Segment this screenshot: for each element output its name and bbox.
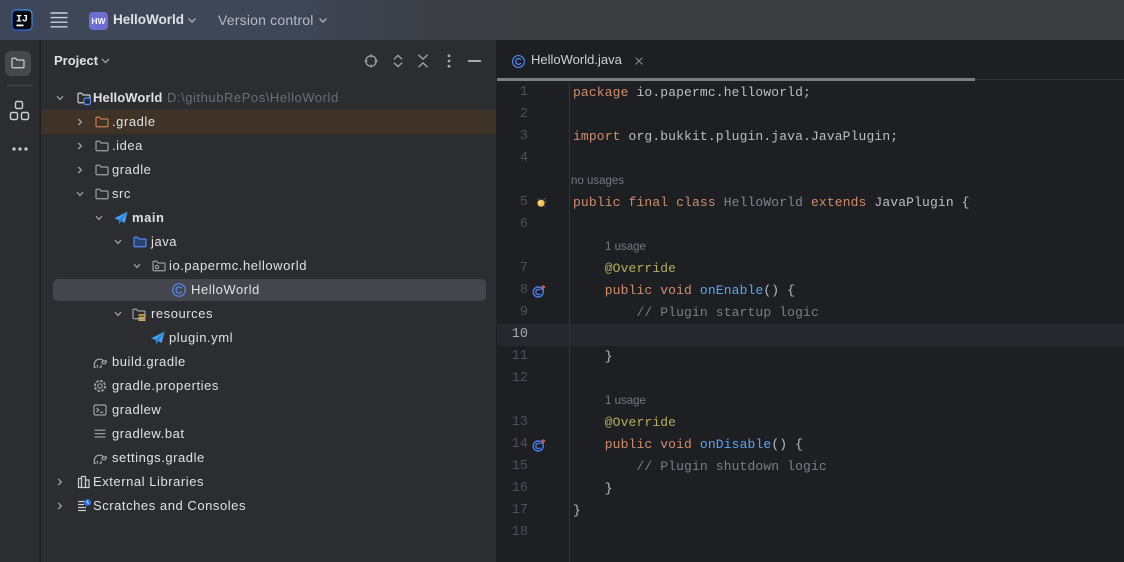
svg-text:IJ: IJ xyxy=(16,15,28,26)
